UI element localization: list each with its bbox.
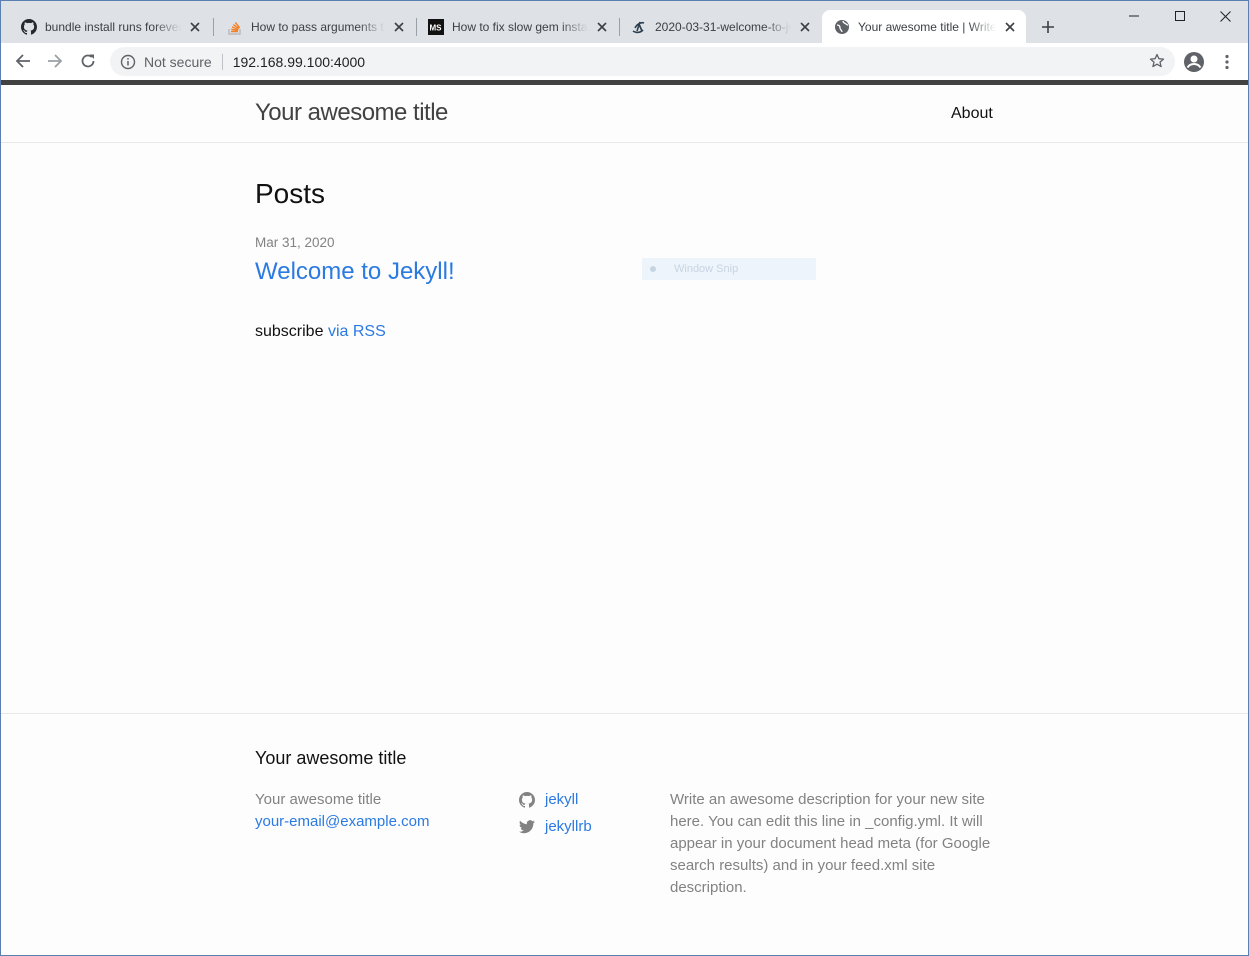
jekyll-icon: [631, 19, 647, 35]
info-icon[interactable]: [120, 54, 136, 70]
social-twitter-link[interactable]: jekyllrb: [519, 813, 592, 840]
svg-text:MS: MS: [430, 23, 443, 32]
footer-heading: Your awesome title: [255, 748, 407, 768]
forward-button[interactable]: [41, 47, 69, 75]
nav-about-link[interactable]: About: [951, 105, 993, 123]
tab-separator: [213, 18, 214, 36]
window-snip-overlay: Window Snip: [642, 258, 816, 280]
maximize-button[interactable]: [1157, 1, 1203, 31]
page-viewport: Your awesome title About Posts Mar 31, 2…: [1, 80, 1248, 955]
close-window-button[interactable]: [1202, 1, 1248, 31]
rss-link[interactable]: via RSS: [328, 323, 386, 340]
footer-site-name: Your awesome title: [255, 791, 382, 808]
close-tab-icon[interactable]: [797, 19, 813, 35]
tab-your-awesome-title[interactable]: Your awesome title | Write: [822, 10, 1026, 43]
address-divider: [221, 53, 223, 70]
footer-email-link[interactable]: your-email@example.com: [255, 811, 429, 833]
tab-slow-gem[interactable]: MS How to fix slow gem install: [416, 10, 618, 43]
browser-toolbar: Not secure 192.168.99.100:4000: [1, 43, 1248, 80]
github-icon: [519, 791, 535, 808]
snip-label: Window Snip: [674, 263, 739, 275]
site-header: Your awesome title About: [1, 85, 1248, 143]
post-title-link[interactable]: Welcome to Jekyll!: [255, 258, 455, 286]
tab-title: Your awesome title | Write: [858, 19, 996, 34]
github-icon: [21, 18, 37, 35]
twitter-icon: [519, 819, 535, 835]
menu-kebab-icon[interactable]: [1217, 50, 1237, 74]
tab-bundle-install[interactable]: bundle install runs forever: [9, 10, 211, 43]
footer-social: jekyll jekyllrb: [519, 786, 592, 840]
minimize-button[interactable]: [1111, 1, 1157, 31]
reload-button[interactable]: [74, 47, 102, 75]
new-tab-button[interactable]: [1037, 16, 1059, 38]
tab-strip: bundle install runs forever How to pass …: [1, 1, 1248, 43]
subscribe-line: subscribe via RSS: [255, 323, 386, 341]
tab-pass-arguments[interactable]: How to pass arguments to: [215, 10, 415, 43]
tab-title: How to pass arguments to: [251, 19, 385, 34]
close-tab-icon[interactable]: [391, 19, 407, 35]
globe-icon: [834, 19, 850, 35]
footer-description: Write an awesome description for your ne…: [670, 791, 991, 896]
snip-icon: [650, 266, 656, 272]
tab-title: 2020-03-31-welcome-to-jekyll: [655, 19, 791, 34]
subscribe-prefix: subscribe: [255, 323, 324, 340]
bookmark-star-icon[interactable]: [1149, 53, 1165, 69]
site-footer: Your awesome title Your awesome title yo…: [1, 713, 1248, 955]
url-text[interactable]: 192.168.99.100:4000: [233, 54, 365, 70]
footer-contact: Your awesome title your-email@example.co…: [255, 789, 429, 833]
tab-welcome-to-jekyll[interactable]: 2020-03-31-welcome-to-jekyll: [619, 10, 821, 43]
site-title-link[interactable]: Your awesome title: [255, 99, 448, 127]
security-label: Not secure: [144, 53, 212, 70]
close-tab-icon[interactable]: [594, 19, 610, 35]
profile-avatar-icon[interactable]: [1182, 50, 1206, 74]
social-github-label: jekyll: [545, 791, 579, 808]
address-bar[interactable]: Not secure 192.168.99.100:4000: [110, 47, 1175, 76]
ms-icon: MS: [428, 18, 444, 35]
posts-heading: Posts: [255, 178, 326, 209]
stackoverflow-icon: [227, 19, 243, 35]
close-tab-icon[interactable]: [187, 19, 203, 35]
back-button[interactable]: [9, 47, 37, 75]
post-date: Mar 31, 2020: [255, 235, 335, 250]
social-github-link[interactable]: jekyll: [519, 786, 592, 813]
tab-title: bundle install runs forever: [45, 19, 181, 34]
tab-title: How to fix slow gem install: [452, 19, 588, 34]
browser-window: bundle install runs forever How to pass …: [0, 0, 1249, 956]
social-twitter-label: jekyllrb: [545, 818, 592, 835]
close-tab-icon[interactable]: [1002, 19, 1018, 35]
